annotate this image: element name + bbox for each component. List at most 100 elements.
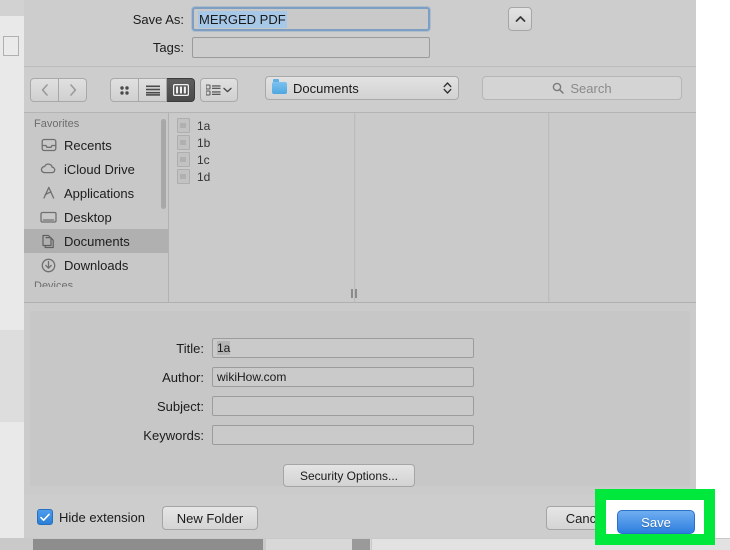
sidebar-item-downloads[interactable]: Downloads [24, 253, 168, 277]
sidebar-item-label: Recents [64, 138, 112, 153]
sidebar-section-favorites: Favorites [24, 113, 168, 133]
save-as-row: Save As: MERGED PDF [24, 7, 430, 31]
sidebar-item-label: Downloads [64, 258, 128, 273]
sidebar-section-devices: Devices [24, 280, 168, 287]
desktop-strip-dark [33, 539, 263, 550]
sidebar-item-desktop[interactable]: Desktop [24, 205, 168, 229]
screenshot-root: Save As: MERGED PDF Tags: [0, 0, 730, 550]
list-view-icon [146, 85, 160, 96]
column-view-icon [173, 84, 189, 96]
search-input[interactable]: Search [482, 76, 682, 100]
subject-label: Subject: [24, 399, 212, 414]
desktop-icon [40, 210, 57, 225]
tags-label: Tags: [24, 40, 192, 55]
title-label: Title: [24, 341, 212, 356]
recents-icon [40, 138, 57, 153]
checkbox-box [37, 509, 53, 525]
subject-input[interactable] [212, 396, 474, 416]
applications-icon [40, 186, 57, 201]
file-column-2[interactable] [356, 113, 549, 303]
desktop-strip-mid2 [352, 539, 370, 550]
chevron-down-icon [223, 87, 232, 93]
subject-row: Subject: [24, 396, 474, 416]
chevron-left-icon [41, 84, 49, 96]
chevron-right-icon [69, 84, 77, 96]
hide-extension-label: Hide extension [59, 510, 145, 525]
icon-view-button[interactable] [110, 78, 139, 102]
list-item[interactable]: 1b [169, 134, 354, 151]
tags-input[interactable] [192, 37, 430, 58]
location-label: Documents [293, 81, 443, 96]
save-as-input[interactable]: MERGED PDF [192, 7, 430, 31]
back-button[interactable] [30, 78, 59, 102]
sidebar: Favorites Recents [24, 113, 169, 303]
background-window-band [0, 330, 24, 422]
forward-button[interactable] [59, 78, 87, 102]
hide-extension-checkbox[interactable]: Hide extension [37, 509, 145, 525]
document-icon [177, 152, 190, 167]
list-item[interactable]: 1a [169, 117, 354, 134]
sidebar-item-recents[interactable]: Recents [24, 133, 168, 157]
documents-icon [40, 234, 57, 249]
sidebar-item-label: Applications [64, 186, 134, 201]
group-by-icon [206, 84, 221, 96]
save-button-highlighted[interactable]: Save [617, 510, 695, 534]
sidebar-item-label: Documents [64, 234, 130, 249]
keywords-input[interactable] [212, 425, 474, 445]
author-label: Author: [24, 370, 212, 385]
background-window-titlebar [0, 0, 24, 16]
column-view-button[interactable] [167, 78, 195, 102]
title-input[interactable]: 1a [212, 338, 474, 358]
download-icon [40, 258, 57, 273]
folder-icon [272, 82, 287, 94]
location-popup-button[interactable]: Documents [265, 76, 459, 100]
new-folder-button[interactable]: New Folder [162, 506, 258, 530]
file-name: 1b [197, 136, 210, 150]
save-dialog: Save As: MERGED PDF Tags: [24, 0, 696, 538]
background-window [0, 0, 25, 550]
navigation-buttons [30, 78, 87, 102]
file-name: 1c [197, 153, 210, 167]
keywords-row: Keywords: [24, 425, 474, 445]
sidebar-item-icloud-drive[interactable]: iCloud Drive [24, 157, 168, 181]
tags-row: Tags: [24, 37, 430, 58]
chevron-up-icon [515, 15, 526, 23]
sidebar-item-documents[interactable]: Documents [24, 229, 168, 253]
file-browser: Favorites Recents [24, 112, 696, 303]
cloud-icon [40, 162, 57, 177]
file-name: 1a [197, 119, 210, 133]
save-as-value: MERGED PDF [198, 11, 287, 28]
author-input[interactable]: wikiHow.com [212, 367, 474, 387]
file-name: 1d [197, 170, 210, 184]
file-column-1[interactable]: 1a 1b 1c 1d [169, 113, 355, 303]
sidebar-item-label: iCloud Drive [64, 162, 135, 177]
column-resize-handle[interactable] [351, 289, 359, 298]
group-by-button[interactable] [200, 78, 238, 102]
search-icon [552, 82, 564, 94]
list-item[interactable]: 1d [169, 168, 354, 185]
finder-toolbar: Documents Search [24, 66, 696, 113]
collapse-dialog-button[interactable] [508, 7, 532, 31]
list-view-button[interactable] [139, 78, 167, 102]
icon-view-icon [118, 84, 131, 97]
updown-chevron-icon [443, 81, 452, 95]
security-options-button[interactable]: Security Options... [283, 464, 415, 487]
document-icon [177, 118, 190, 133]
background-window-element [3, 36, 19, 56]
view-mode-buttons [110, 78, 195, 102]
title-row: Title: 1a [24, 338, 474, 358]
author-row: Author: wikiHow.com [24, 367, 474, 387]
sidebar-item-label: Desktop [64, 210, 112, 225]
sidebar-item-applications[interactable]: Applications [24, 181, 168, 205]
checkmark-icon [40, 513, 50, 522]
sidebar-scrollbar[interactable] [161, 119, 166, 209]
list-item[interactable]: 1c [169, 151, 354, 168]
document-icon [177, 135, 190, 150]
save-button-highlight-annotation: Save [595, 489, 715, 545]
title-value: 1a [217, 341, 230, 355]
file-column-3[interactable] [550, 113, 696, 303]
search-placeholder: Search [570, 81, 611, 96]
save-dialog-header: Save As: MERGED PDF Tags: [24, 0, 696, 66]
keywords-label: Keywords: [24, 428, 212, 443]
document-icon [177, 169, 190, 184]
